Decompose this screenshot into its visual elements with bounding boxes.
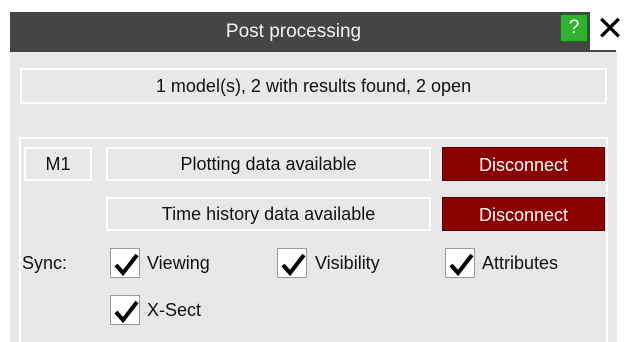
- title-bar[interactable]: Post processing ?: [10, 12, 616, 52]
- sync-label: Sync:: [22, 253, 68, 273]
- main-panel: 1 model(s), 2 with results found, 2 open…: [10, 52, 617, 342]
- check-icon: [114, 300, 139, 324]
- help-button[interactable]: ?: [560, 14, 588, 42]
- visibility-checkbox[interactable]: [277, 248, 307, 278]
- disconnect-time-history-button[interactable]: Disconnect: [442, 197, 605, 231]
- viewing-label: Viewing: [147, 253, 210, 273]
- check-icon: [449, 253, 474, 277]
- model-id-label: M1: [24, 147, 92, 181]
- disconnect-plotting-button[interactable]: Disconnect: [442, 147, 605, 181]
- visibility-label: Visibility: [315, 253, 380, 273]
- viewing-checkbox[interactable]: [110, 248, 140, 278]
- post-processing-window: Post processing ? ✕ 1 model(s), 2 with r…: [0, 0, 627, 342]
- time-history-status: Time history data available: [106, 197, 431, 231]
- close-button[interactable]: ✕: [590, 10, 627, 50]
- check-icon: [281, 253, 306, 277]
- attributes-checkbox[interactable]: [445, 248, 475, 278]
- results-summary: 1 model(s), 2 with results found, 2 open: [20, 68, 607, 104]
- x-sect-label: X-Sect: [147, 300, 202, 320]
- x-sect-checkbox[interactable]: [110, 295, 140, 325]
- check-icon: [114, 253, 139, 277]
- window-title: Post processing: [225, 21, 362, 42]
- attributes-label: Attributes: [482, 253, 559, 273]
- close-icon: ✕: [595, 10, 625, 48]
- plotting-data-status: Plotting data available: [106, 147, 431, 181]
